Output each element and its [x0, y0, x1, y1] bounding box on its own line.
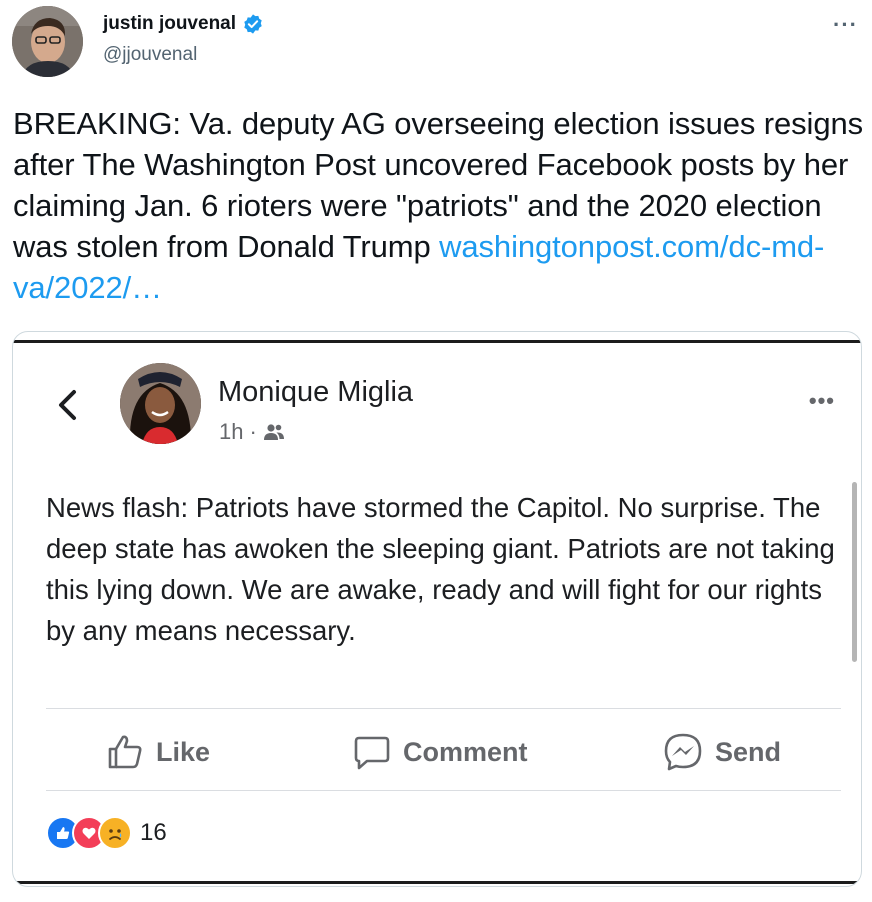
- meta-separator: ·: [249, 419, 257, 444]
- messenger-icon: [664, 733, 702, 771]
- poster-avatar: [120, 363, 201, 444]
- back-chevron-icon: [59, 390, 76, 420]
- tweet-media-image[interactable]: Monique Miglia 1h · ••• News flash: Patr…: [12, 331, 862, 887]
- post-body: News flash: Patriots have stormed the Ca…: [46, 492, 835, 646]
- divider-bottom: [46, 790, 841, 791]
- thumbs-up-icon: [108, 735, 142, 769]
- post-more-options-icon: •••: [808, 388, 835, 413]
- author-avatar[interactable]: [12, 6, 83, 77]
- reactions-summary: 16: [46, 816, 167, 850]
- author-name-row[interactable]: justin jouvenal: [103, 13, 264, 35]
- comment-action: Comment: [353, 730, 528, 774]
- verified-badge-icon: [242, 13, 264, 35]
- bottom-edge-bar: [13, 881, 861, 884]
- send-action: Send: [663, 730, 781, 774]
- reaction-count: 16: [140, 819, 167, 846]
- top-edge-bar: [13, 340, 861, 343]
- post-meta: 1h ·: [219, 419, 285, 445]
- post-time: 1h: [219, 419, 244, 444]
- poster-name: Monique Miglia: [218, 376, 414, 408]
- more-options-icon[interactable]: ···: [833, 12, 858, 38]
- author-name[interactable]: justin jouvenal: [103, 13, 236, 35]
- send-label: Send: [715, 736, 782, 767]
- comment-bubble-icon: [354, 736, 390, 770]
- sad-reaction-icon: [98, 816, 132, 850]
- author-handle[interactable]: @jjouvenal: [103, 44, 197, 66]
- like-action: Like: [106, 730, 210, 774]
- divider-top: [46, 708, 841, 709]
- comment-label: Comment: [403, 736, 528, 767]
- like-label: Like: [156, 736, 211, 767]
- scrollbar: [852, 482, 857, 662]
- friends-icon: [263, 424, 284, 440]
- tweet-text: BREAKING: Va. deputy AG overseeing elect…: [13, 103, 863, 308]
